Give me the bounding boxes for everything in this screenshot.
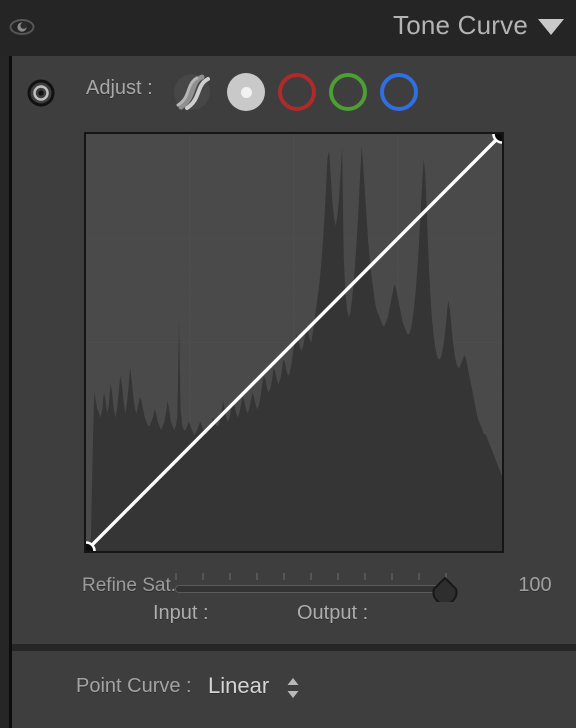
slider-track[interactable] (175, 585, 445, 593)
input-label: Input : (153, 602, 209, 624)
panel-header: Tone Curve (0, 0, 576, 55)
point-curve-value[interactable]: Linear (208, 673, 269, 699)
point-curve-label: Point Curve : (76, 675, 192, 697)
blue-channel-icon[interactable] (380, 73, 418, 111)
panel-divider (9, 644, 576, 651)
red-channel-icon[interactable] (278, 73, 316, 111)
output-label: Output : (297, 602, 369, 624)
refine-sat-label: Refine Sat. (82, 575, 176, 596)
green-channel-icon[interactable] (329, 73, 367, 111)
channel-selector (170, 70, 418, 114)
eye-icon[interactable] (9, 16, 35, 38)
s-curve-icon[interactable] (170, 72, 214, 112)
curve-canvas[interactable] (86, 134, 502, 551)
tone-curve-panel: Tone Curve Adjust : Refine Sat. 100 Inpu… (0, 0, 576, 728)
refine-sat-slider[interactable] (175, 569, 458, 605)
triangle-down-icon[interactable] (538, 19, 564, 35)
tone-curve-graph[interactable] (84, 132, 504, 553)
refine-sat-value[interactable]: 100 (507, 574, 563, 597)
point-curve-row: Point Curve : Linear (9, 651, 576, 728)
target-adjustment-icon[interactable] (24, 76, 58, 110)
white-channel-icon[interactable] (227, 73, 265, 111)
adjust-label: Adjust : (86, 77, 153, 99)
stepper-up-down-icon[interactable] (286, 677, 300, 699)
tone-curve-body: Adjust : Refine Sat. 100 Input: Output … (9, 56, 576, 644)
slider-ticks (175, 573, 447, 580)
input-output-row: Input : Output : (12, 602, 576, 632)
slider-handle[interactable] (432, 576, 458, 605)
refine-sat-row: Refine Sat. 100 (12, 569, 576, 605)
page-title: Tone Curve (393, 10, 528, 40)
